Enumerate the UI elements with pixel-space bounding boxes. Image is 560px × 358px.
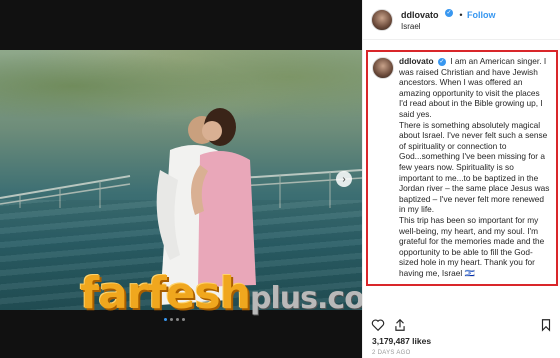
carousel-dot [164, 318, 167, 321]
watermark-logo: farfeshplus.com [80, 268, 362, 319]
location-link[interactable]: Israel [401, 21, 496, 32]
carousel-dot [182, 318, 185, 321]
post-header: ddlovato ✓ • Follow Israel [363, 0, 560, 40]
carousel-dot [176, 318, 179, 321]
likes-count[interactable]: 3,179,487 likes [372, 336, 431, 346]
carousel-dots [164, 318, 185, 321]
action-bar [371, 318, 555, 332]
woman-figure [191, 108, 256, 287]
post-photo[interactable]: farfeshplus.com › [0, 0, 362, 358]
username-link[interactable]: ddlovato [401, 10, 439, 20]
post-date: 2 DAYS AGO [372, 350, 411, 356]
caption-paragraph: This trip has been so important for my w… [399, 214, 545, 278]
carousel-dot [170, 318, 173, 321]
caption-username[interactable]: ddlovato [399, 56, 434, 66]
bookmark-icon[interactable] [539, 318, 553, 332]
caption-paragraph: There is something absolutely magical ab… [399, 119, 550, 215]
avatar[interactable] [371, 8, 393, 31]
header-text: ddlovato ✓ • Follow Israel [401, 8, 496, 32]
follow-button[interactable]: Follow [467, 10, 496, 20]
caption-avatar[interactable] [372, 57, 394, 79]
separator: • [459, 9, 463, 20]
share-icon[interactable] [393, 318, 407, 332]
heart-icon[interactable] [371, 318, 385, 332]
post-sidebar: ddlovato ✓ • Follow Israel ddlovato ✓ I … [362, 0, 560, 358]
caption: ddlovato ✓ I am an American singer. I wa… [399, 56, 550, 280]
verified-badge-icon: ✓ [444, 9, 453, 18]
verified-badge-icon: ✓ [437, 57, 446, 66]
caption-highlight: ddlovato ✓ I am an American singer. I wa… [366, 50, 558, 286]
next-image-chevron-icon[interactable]: › [336, 171, 352, 187]
